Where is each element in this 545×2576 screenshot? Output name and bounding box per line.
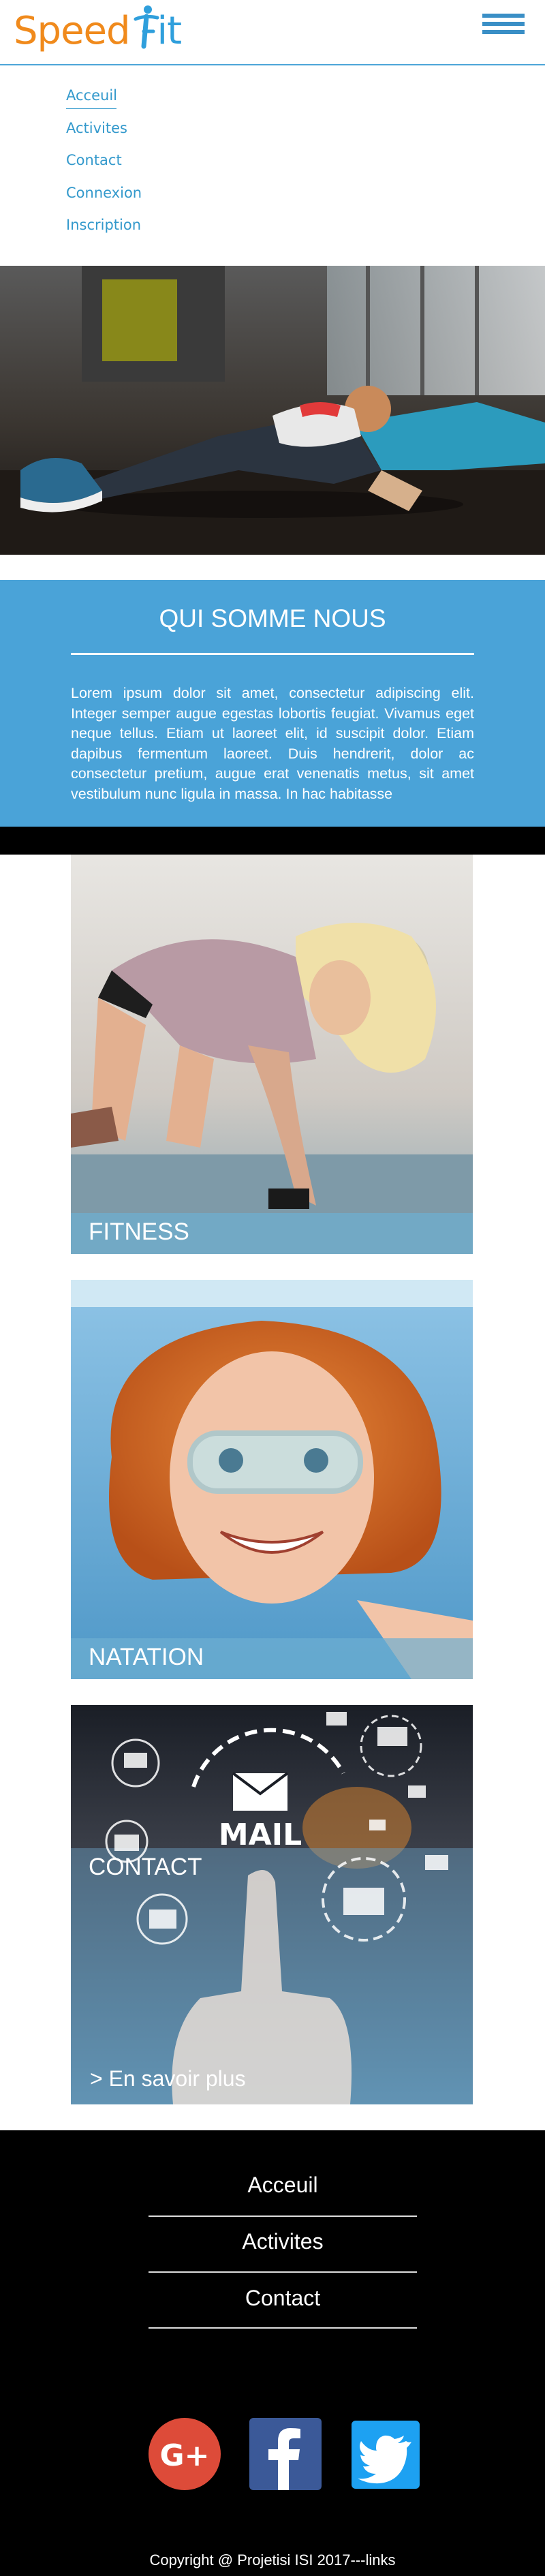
svg-text:MAIL: MAIL <box>219 1818 302 1852</box>
footer-link-activites[interactable]: Activites <box>149 2229 417 2254</box>
google-plus-icon[interactable]: G+ <box>149 2418 221 2490</box>
contact-image: MAIL <box>71 1705 473 2104</box>
hero-image <box>0 266 545 555</box>
natation-image <box>71 1280 473 1679</box>
hamburger-menu-icon[interactable] <box>482 14 525 37</box>
logo-text-fit: it <box>157 9 183 53</box>
main-nav: Acceuil Activites Contact Connexion Insc… <box>66 87 142 249</box>
activity-card-contact[interactable]: MAIL CONTACT > En savoir plus <box>71 1705 473 2104</box>
runner-logo-icon <box>134 5 159 49</box>
footer-link-acceuil[interactable]: Acceuil <box>149 2173 417 2198</box>
footer-divider <box>149 2271 417 2273</box>
nav-item-connexion[interactable]: Connexion <box>66 185 142 217</box>
en-savoir-plus-link[interactable]: > En savoir plus <box>90 2066 246 2091</box>
about-divider <box>71 653 474 655</box>
fitness-image <box>71 855 473 1254</box>
nav-item-inscription[interactable]: Inscription <box>66 217 142 249</box>
natation-label: NATATION <box>89 1644 204 1670</box>
about-section: QUI SOMME NOUS Lorem ipsum dolor sit ame… <box>0 580 545 827</box>
fitness-label: FITNESS <box>89 1218 189 1245</box>
site-logo[interactable]: Speed it <box>14 4 183 59</box>
nav-item-contact[interactable]: Contact <box>66 152 142 185</box>
section-separator <box>0 827 545 855</box>
footer-divider <box>149 2215 417 2217</box>
copyright-text: Copyright @ Projetisi ISI 2017---links <box>149 2551 396 2569</box>
contact-label: CONTACT <box>89 1854 202 1880</box>
activity-card-natation[interactable]: NATATION <box>71 1280 473 1679</box>
facebook-icon[interactable] <box>249 2418 322 2490</box>
nav-item-acceuil[interactable]: Acceuil <box>66 87 117 109</box>
nav-item-activites[interactable]: Activites <box>66 120 142 153</box>
footer-link-contact[interactable]: Contact <box>149 2286 417 2311</box>
activity-card-fitness[interactable]: FITNESS <box>71 855 473 1254</box>
about-text: Lorem ipsum dolor sit amet, consectetur … <box>71 685 474 802</box>
svg-text:G+: G+ <box>160 2438 210 2473</box>
footer-divider <box>149 2327 417 2329</box>
site-header: Speed it <box>0 0 545 65</box>
about-title: QUI SOMME NOUS <box>159 604 386 632</box>
logo-text-speed: Speed <box>14 9 131 53</box>
twitter-icon[interactable] <box>352 2421 420 2489</box>
